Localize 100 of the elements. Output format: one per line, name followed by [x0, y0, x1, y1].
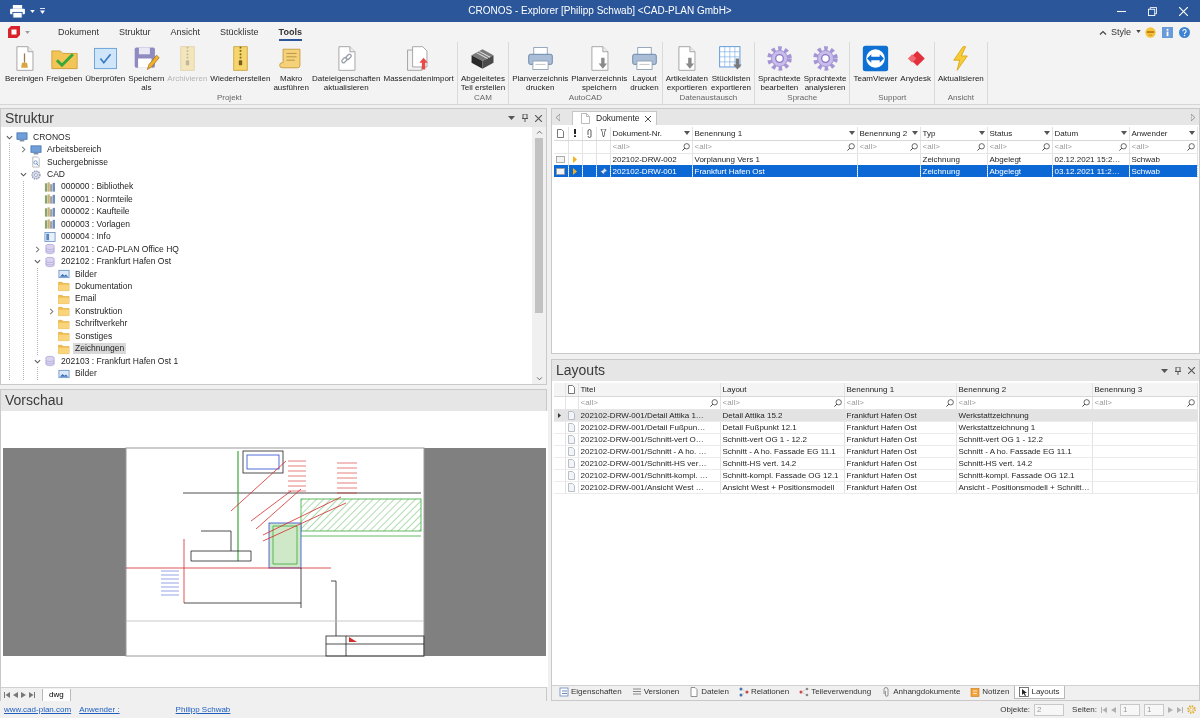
- collapse-icon[interactable]: [1099, 29, 1107, 35]
- tree-item[interactable]: CRONOS: [31, 131, 73, 143]
- user-link[interactable]: Philipp Schwab: [175, 704, 231, 715]
- search-icon[interactable]: [945, 398, 954, 407]
- ribbon-tab[interactable]: Dokument: [58, 23, 100, 41]
- column-header[interactable]: Benennung 1: [844, 383, 956, 396]
- printer-icon[interactable]: [10, 4, 25, 18]
- filter-field[interactable]: <all>: [1094, 397, 1185, 408]
- tab[interactable]: Teileverwendung: [794, 686, 877, 699]
- column-header[interactable]: Layout: [720, 383, 844, 396]
- customize-icon[interactable]: [40, 8, 45, 14]
- tree-item[interactable]: 000002 : Kaufteile: [59, 206, 132, 218]
- search-icon[interactable]: [833, 398, 842, 407]
- dropdown-icon[interactable]: [508, 116, 515, 120]
- document-tab[interactable]: Dokumente: [572, 111, 658, 125]
- search-icon[interactable]: [1186, 142, 1195, 151]
- ribbon-button[interactable]: Sprachtexte analysieren: [802, 45, 848, 92]
- search-icon[interactable]: [846, 142, 855, 151]
- emoji-icon[interactable]: [1145, 26, 1156, 38]
- ribbon-button[interactable]: Makro ausführen: [272, 45, 310, 92]
- tab[interactable]: Eigenschaften: [554, 686, 627, 699]
- column-header[interactable]: Dokument-Nr.: [610, 127, 692, 140]
- dropdown-arrow-icon[interactable]: [1043, 131, 1050, 136]
- column-header[interactable]: Benennung 2: [857, 127, 920, 140]
- ribbon-tab[interactable]: Tools: [278, 23, 302, 41]
- ribbon-button[interactable]: Planverzeichnis drucken: [511, 45, 570, 92]
- search-icon[interactable]: [1118, 142, 1127, 151]
- search-icon[interactable]: [709, 398, 718, 407]
- close-icon[interactable]: [535, 114, 542, 122]
- ribbon-button[interactable]: Anydesk: [899, 45, 932, 92]
- search-icon[interactable]: [909, 142, 918, 151]
- dropdown-arrow-icon[interactable]: [911, 131, 918, 136]
- dropdown-arrow-icon[interactable]: [1120, 131, 1127, 136]
- tab[interactable]: Versionen: [626, 686, 685, 699]
- search-icon[interactable]: [1186, 398, 1195, 407]
- tree-item[interactable]: Suchergebnisse: [45, 156, 110, 168]
- ribbon-button[interactable]: Speichern als: [127, 45, 166, 92]
- column-header[interactable]: Benennung 2: [956, 383, 1092, 396]
- chevron-down-icon[interactable]: [6, 133, 13, 141]
- user-label-link[interactable]: Anwender :: [79, 704, 120, 715]
- ribbon-button[interactable]: Dateieigenschaften aktualisieren: [311, 45, 382, 92]
- chevron-down-icon[interactable]: [34, 258, 41, 266]
- tree-item[interactable]: 000001 : Normteile: [59, 193, 135, 205]
- tree-item[interactable]: 202102 : Frankfurt Hafen Ost: [59, 256, 174, 268]
- ribbon-button[interactable]: Sprachtexte bearbeiten: [757, 45, 802, 92]
- tree-item[interactable]: Sonstiges: [73, 330, 115, 342]
- sheet-tab[interactable]: dwg: [42, 688, 71, 702]
- tab[interactable]: Layouts: [1014, 686, 1065, 699]
- ribbon-button[interactable]: Freigeben: [45, 45, 84, 92]
- tab[interactable]: Relationen: [733, 686, 795, 699]
- chevron-right-icon[interactable]: [34, 245, 41, 253]
- ribbon-button[interactable]: Abgeleitetes Teil erstellen: [459, 45, 507, 92]
- info-icon[interactable]: [1162, 26, 1173, 38]
- dropdown-icon[interactable]: [1161, 368, 1168, 373]
- tree-item[interactable]: 202101 : CAD-PLAN Office HQ: [59, 243, 181, 255]
- tree-item[interactable]: Email: [73, 293, 99, 305]
- filter-field[interactable]: <all>: [580, 397, 708, 408]
- tab[interactable]: Notizen: [965, 686, 1015, 699]
- filter-field[interactable]: <all>: [694, 141, 845, 152]
- column-header[interactable]: Anwender: [1129, 127, 1197, 140]
- chevron-down-icon[interactable]: [34, 357, 41, 365]
- tree-item[interactable]: Schriftverkehr: [73, 318, 130, 330]
- pin-icon[interactable]: [1175, 366, 1181, 375]
- restore-icon[interactable]: [1148, 6, 1157, 16]
- filter-field[interactable]: <all>: [859, 141, 908, 152]
- column-header[interactable]: Benennung 1: [692, 127, 857, 140]
- tree-item[interactable]: Bilder: [73, 368, 99, 380]
- tree-item[interactable]: CAD: [45, 169, 67, 181]
- column-header[interactable]: Typ: [920, 127, 987, 140]
- style-button[interactable]: Style: [1107, 26, 1145, 38]
- first-page-icon[interactable]: [4, 692, 10, 698]
- caret-icon[interactable]: [30, 9, 35, 13]
- ribbon-button[interactable]: Artikeldaten exportieren: [664, 45, 709, 92]
- scroll-up-icon[interactable]: [535, 130, 543, 134]
- ribbon-button[interactable]: Massendatenimport: [382, 45, 455, 92]
- filter-field[interactable]: <all>: [612, 141, 680, 152]
- scrollbar[interactable]: [532, 127, 546, 384]
- dropdown-arrow-icon[interactable]: [1188, 131, 1195, 136]
- last-page-icon[interactable]: [29, 692, 35, 698]
- help-icon[interactable]: [1179, 26, 1190, 38]
- ribbon-button[interactable]: Aktualisieren: [937, 45, 985, 92]
- table-row[interactable]: 202102-DRW-001 Frankfurt Hafen Ost Zeichnung Abgelegt 03.12.2021 11:2… Schwab: [554, 165, 1197, 177]
- tree-item[interactable]: Zeichnungen: [73, 343, 127, 355]
- filter-field[interactable]: <all>: [846, 397, 944, 408]
- tab[interactable]: Dateien: [684, 686, 734, 699]
- dropdown-arrow-icon[interactable]: [683, 131, 690, 136]
- ribbon-tab[interactable]: Ansicht: [170, 23, 201, 41]
- filter-field[interactable]: <all>: [922, 141, 975, 152]
- filter-field[interactable]: <all>: [989, 141, 1040, 152]
- previous-icon[interactable]: [13, 692, 18, 698]
- ribbon-tab[interactable]: Struktur: [119, 23, 151, 41]
- ribbon-button[interactable]: TeamViewer: [852, 45, 899, 92]
- tree-item[interactable]: 202103 : Frankfurt Hafen Ost 1: [59, 355, 181, 367]
- ribbon-button[interactable]: Bereinigen: [4, 45, 45, 92]
- filter-field[interactable]: <all>: [722, 397, 832, 408]
- ribbon-button[interactable]: Layout drucken: [629, 45, 660, 92]
- chevron-right-icon[interactable]: [20, 146, 27, 154]
- logo-icon[interactable]: [8, 25, 21, 39]
- scrollbar-thumb[interactable]: [535, 138, 543, 313]
- ribbon-button[interactable]: Überprüfen: [84, 45, 127, 92]
